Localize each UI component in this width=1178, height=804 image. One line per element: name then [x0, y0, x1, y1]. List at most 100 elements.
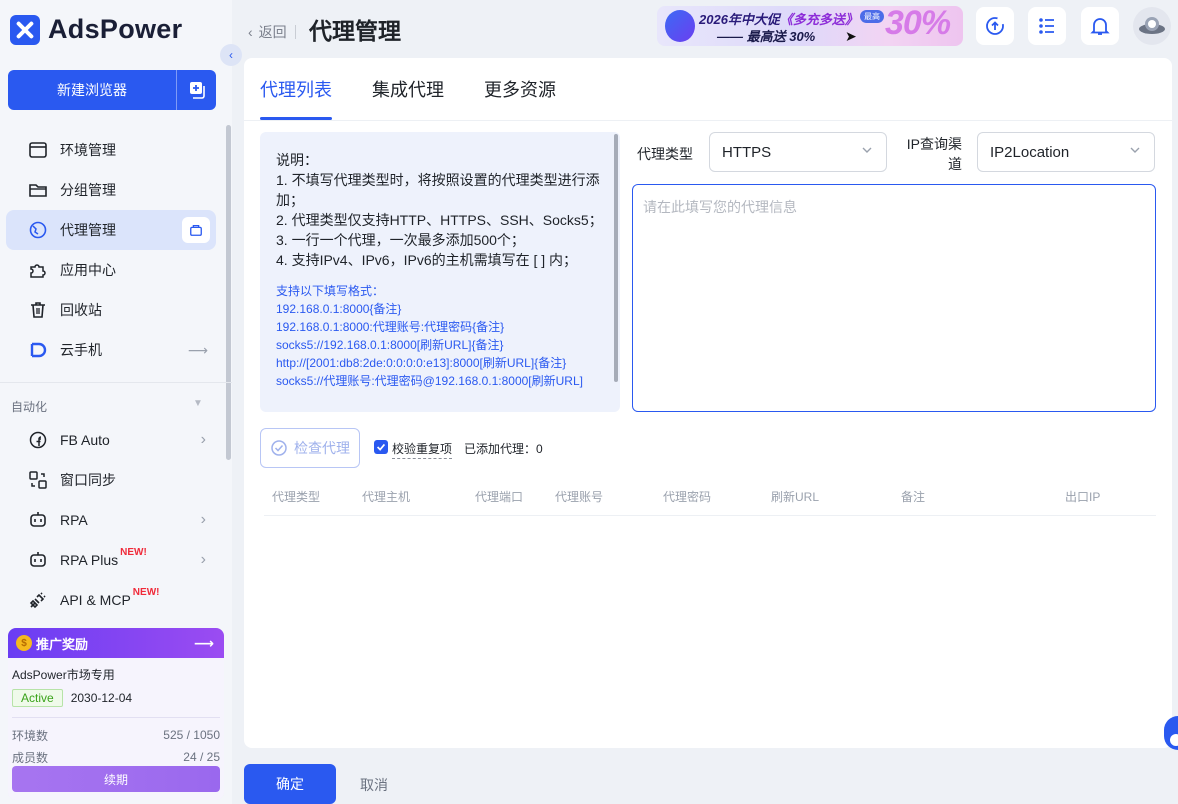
- promo-banner[interactable]: 2026年中大促《多充多送》 —— 最高送 30% 最高 30% ➤: [657, 6, 963, 46]
- tab-proxy-list[interactable]: 代理列表: [260, 58, 332, 120]
- new-tag: NEW!: [132, 586, 160, 598]
- dedupe-label[interactable]: 校验重复项: [392, 440, 453, 459]
- note-line: 3. 一行一个代理，一次最多添加500个；: [276, 232, 525, 248]
- col-exit-ip: 出口IP: [1065, 490, 1101, 504]
- checkmark-icon: [376, 443, 386, 451]
- renew-button[interactable]: 续期: [12, 766, 220, 792]
- check-proxy-button[interactable]: 检查代理: [260, 428, 360, 468]
- check-proxy-label: 检查代理: [294, 440, 350, 456]
- promo-body: AdsPower市场专用 Active 2030-12-04 环境数 525 /…: [8, 658, 224, 800]
- sidebar-item-label: 窗口同步: [60, 472, 116, 488]
- added-count: 已添加代理：0: [464, 440, 543, 457]
- back-label: 返回: [258, 24, 287, 40]
- check-circle-icon: [271, 440, 287, 456]
- ip-query-label: IP查询渠 道: [900, 134, 962, 174]
- proxy-globe-icon: [26, 218, 50, 242]
- member-value: 24 / 25: [183, 750, 220, 764]
- ip-query-value: IP2Location: [990, 143, 1070, 161]
- coin-icon: $: [16, 635, 32, 651]
- notification-button[interactable]: [1081, 7, 1119, 45]
- plan-name: AdsPower市场专用: [12, 668, 115, 682]
- new-tag: NEW!: [120, 546, 147, 558]
- note-scrollbar[interactable]: [614, 134, 618, 382]
- promo-divider: [12, 717, 220, 718]
- format-example: http://[2001:db8:2de:0:0:0:0:e13]:8000[刷…: [276, 356, 567, 370]
- proxy-type-select[interactable]: HTTPS: [709, 132, 887, 172]
- sidebar-nav: 环境管理 分组管理 代理管理 应用中心 回收站 云手机 ⟶: [6, 130, 216, 370]
- sidebar-item-group[interactable]: 分组管理: [6, 170, 216, 210]
- tab-integrated-proxy[interactable]: 集成代理: [372, 58, 444, 120]
- member-label: 成员数: [12, 750, 49, 765]
- trash-icon: [26, 298, 50, 322]
- chevron-left-icon: ‹: [248, 24, 253, 40]
- sidebar-item-label: FB Auto: [60, 432, 110, 448]
- bag-icon: [190, 224, 202, 236]
- sidebar-item-env[interactable]: 环境管理: [6, 130, 216, 170]
- sidebar-item-rpa[interactable]: RPA ›: [6, 500, 216, 540]
- lightning-icon: [665, 10, 695, 42]
- expire-date: 2030-12-04: [70, 691, 133, 705]
- sidebar-item-proxy[interactable]: 代理管理: [6, 210, 216, 250]
- sidebar-item-label: 云手机: [60, 342, 102, 358]
- note-line: 2. 代理类型仅支持HTTP、HTTPS、SSH、Socks5；: [276, 212, 603, 228]
- sidebar-item-apps[interactable]: 应用中心: [6, 250, 216, 290]
- sidebar-item-api-mcp[interactable]: API & MCP NEW!: [6, 580, 216, 620]
- sidebar-item-label: 代理管理: [60, 222, 116, 238]
- new-browser-button[interactable]: 新建浏览器: [8, 70, 176, 110]
- folder-icon: [26, 178, 50, 202]
- note-line: 1. 不填写代理类型时，将按照设置的代理类型进行添加；: [276, 172, 600, 208]
- instructions-panel: 说明： 1. 不填写代理类型时，将按照设置的代理类型进行添加； 2. 代理类型仅…: [260, 132, 620, 412]
- chevron-down-icon[interactable]: ▼: [193, 398, 203, 409]
- member-stat: 成员数 24 / 25: [12, 746, 220, 768]
- sidebar-item-trash[interactable]: 回收站: [6, 290, 216, 330]
- env-value: 525 / 1050: [163, 728, 220, 742]
- sidebar-item-label: RPA Plus: [60, 552, 119, 568]
- dedupe-checkbox[interactable]: [374, 440, 388, 454]
- col-proxy-type: 代理类型: [272, 490, 321, 504]
- sidebar-item-window-sync[interactable]: 窗口同步: [6, 460, 216, 500]
- confirm-button[interactable]: 确定: [244, 764, 336, 804]
- col-proxy-host: 代理主机: [362, 490, 411, 504]
- sidebar-item-fb-auto[interactable]: FB Auto ›: [6, 420, 216, 460]
- batch-create-button[interactable]: [176, 70, 216, 110]
- sidebar-item-label: 环境管理: [60, 142, 116, 158]
- chevron-down-icon: [862, 147, 872, 153]
- format-example: socks5://代理账号:代理密码@192.168.0.1:8000[刷新UR…: [276, 374, 583, 388]
- col-proxy-port: 代理端口: [475, 490, 524, 504]
- added-value: 0: [536, 442, 543, 456]
- col-refresh-url: 刷新URL: [771, 490, 820, 504]
- ip-query-select[interactable]: IP2Location: [977, 132, 1155, 172]
- chevron-down-icon: [1130, 147, 1140, 153]
- banner-line2: —— 最高送 30%: [717, 29, 816, 44]
- plug-icon: [26, 588, 50, 612]
- chevron-right-icon: ›: [200, 511, 206, 528]
- sidebar-scrollbar[interactable]: [226, 125, 231, 460]
- proxy-shop-button[interactable]: [182, 217, 210, 243]
- format-list: 支持以下填写格式： 192.168.0.1:8000{备注} 192.168.0…: [276, 282, 604, 390]
- cancel-button[interactable]: 取消: [360, 775, 388, 795]
- puzzle-icon: [26, 258, 50, 282]
- tab-more-resources[interactable]: 更多资源: [484, 58, 556, 120]
- banner-line1-a: 2026年中大促: [699, 12, 780, 27]
- automation-nav: FB Auto › 窗口同步 RPA › RPA Plus NEW! › API…: [6, 420, 216, 620]
- sidebar-item-cloud-phone[interactable]: 云手机 ⟶: [6, 330, 216, 370]
- sync-upload-button[interactable]: [976, 7, 1014, 45]
- promo-header[interactable]: $ 推广奖励 ⟶: [8, 628, 224, 658]
- back-link[interactable]: ‹ 返回: [248, 22, 296, 42]
- facebook-icon: [26, 428, 50, 452]
- proxy-input-textarea[interactable]: 请在此填写您的代理信息: [632, 184, 1156, 412]
- user-avatar[interactable]: [1133, 7, 1171, 45]
- sidebar-item-rpa-plus[interactable]: RPA Plus NEW! ›: [6, 540, 216, 580]
- arrow-right-icon: ⟶: [193, 634, 214, 651]
- proxy-card: 代理列表 集成代理 更多资源 说明： 1. 不填写代理类型时，将按照设置的代理类…: [244, 58, 1172, 748]
- note-line: 4. 支持IPv4、IPv6，IPv6的主机需填写在 [ ] 内；: [276, 252, 578, 268]
- task-list-button[interactable]: [1028, 7, 1066, 45]
- collapse-sidebar-button[interactable]: ‹: [220, 44, 242, 66]
- section-automation-label[interactable]: 自动化: [11, 398, 47, 415]
- textarea-placeholder: 请在此填写您的代理信息: [643, 199, 797, 215]
- ufo-avatar-icon: [1139, 17, 1165, 34]
- batch-add-icon: [189, 82, 205, 99]
- app-logo[interactable]: AdsPower: [10, 14, 182, 45]
- sidebar: AdsPower 新建浏览器 环境管理 分组管理 代理管理 应用中心 回收站 云…: [0, 0, 232, 804]
- list-icon: [1039, 18, 1054, 34]
